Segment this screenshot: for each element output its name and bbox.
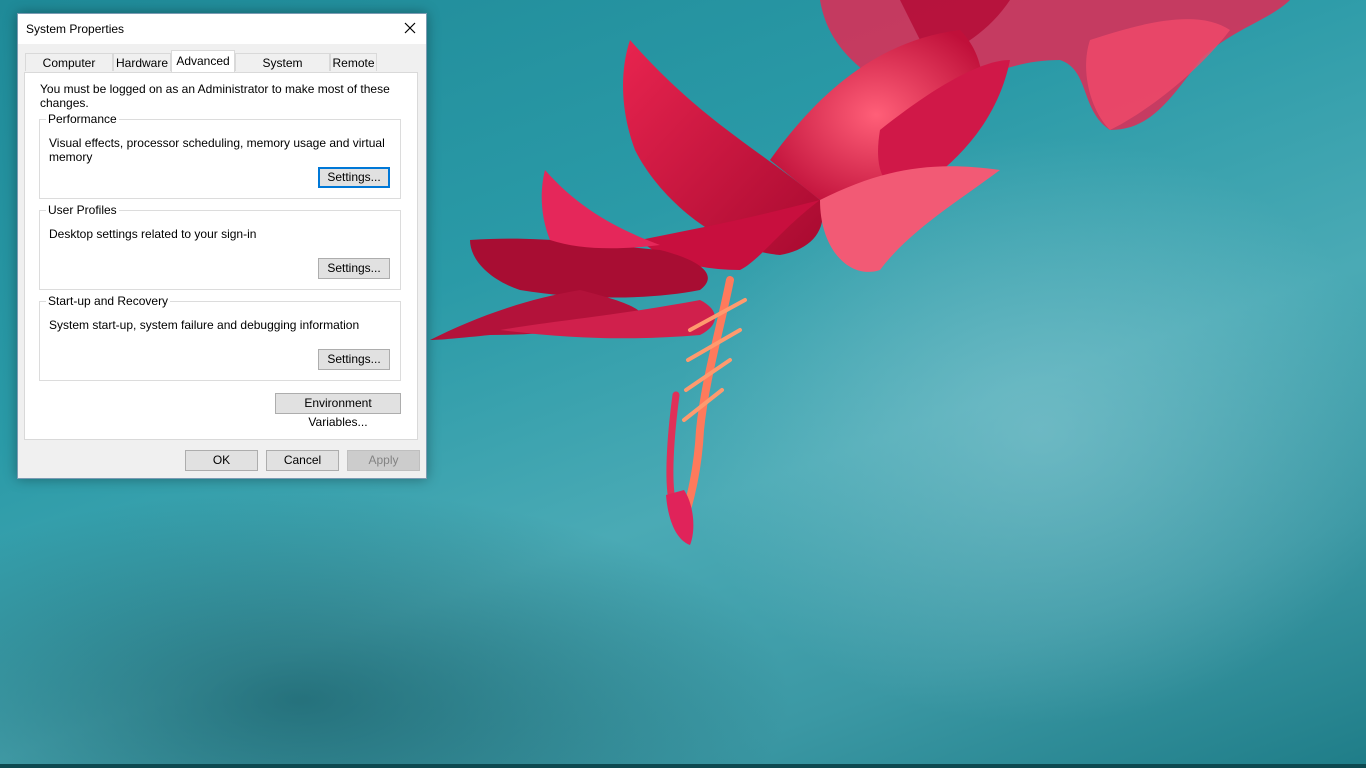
advanced-tab-panel: You must be logged on as an Administrato… [24,72,418,440]
startup-recovery-group: Start-up and Recovery System start-up, s… [39,294,401,381]
tab-strip: Computer Name Hardware Advanced System P… [25,50,419,88]
user-profiles-settings-button[interactable]: Settings... [318,258,390,279]
close-icon [404,22,416,34]
tab-system-protection[interactable]: System Protection [235,53,330,88]
startup-recovery-group-title: Start-up and Recovery [46,294,171,308]
admin-note: You must be logged on as an Administrato… [40,82,390,110]
ok-button[interactable]: OK [185,450,258,471]
startup-recovery-description: System start-up, system failure and debu… [49,318,360,332]
tab-hardware[interactable]: Hardware [113,53,171,71]
tab-computer-name[interactable]: Computer Name [25,53,113,88]
close-button[interactable] [394,14,426,44]
dialog-title: System Properties [26,22,125,36]
user-profiles-group-title: User Profiles [46,203,119,217]
system-properties-dialog: System Properties Computer Name Hardware… [17,13,427,479]
performance-group: Performance Visual effects, processor sc… [39,112,401,199]
tab-remote[interactable]: Remote [330,53,377,71]
startup-recovery-settings-button[interactable]: Settings... [318,349,390,370]
environment-variables-button[interactable]: Environment Variables... [275,393,401,429]
user-profiles-group: User Profiles Desktop settings related t… [39,203,401,290]
title-bar[interactable]: System Properties [18,14,426,44]
user-profiles-description: Desktop settings related to your sign-in [49,227,257,241]
performance-settings-button[interactable]: Settings... [318,167,390,188]
taskbar-edge [0,764,1366,768]
performance-group-title: Performance [46,112,119,126]
apply-button[interactable]: Apply [347,450,420,471]
performance-description: Visual effects, processor scheduling, me… [49,136,385,164]
cancel-button[interactable]: Cancel [266,450,339,471]
tab-advanced[interactable]: Advanced [171,50,235,72]
